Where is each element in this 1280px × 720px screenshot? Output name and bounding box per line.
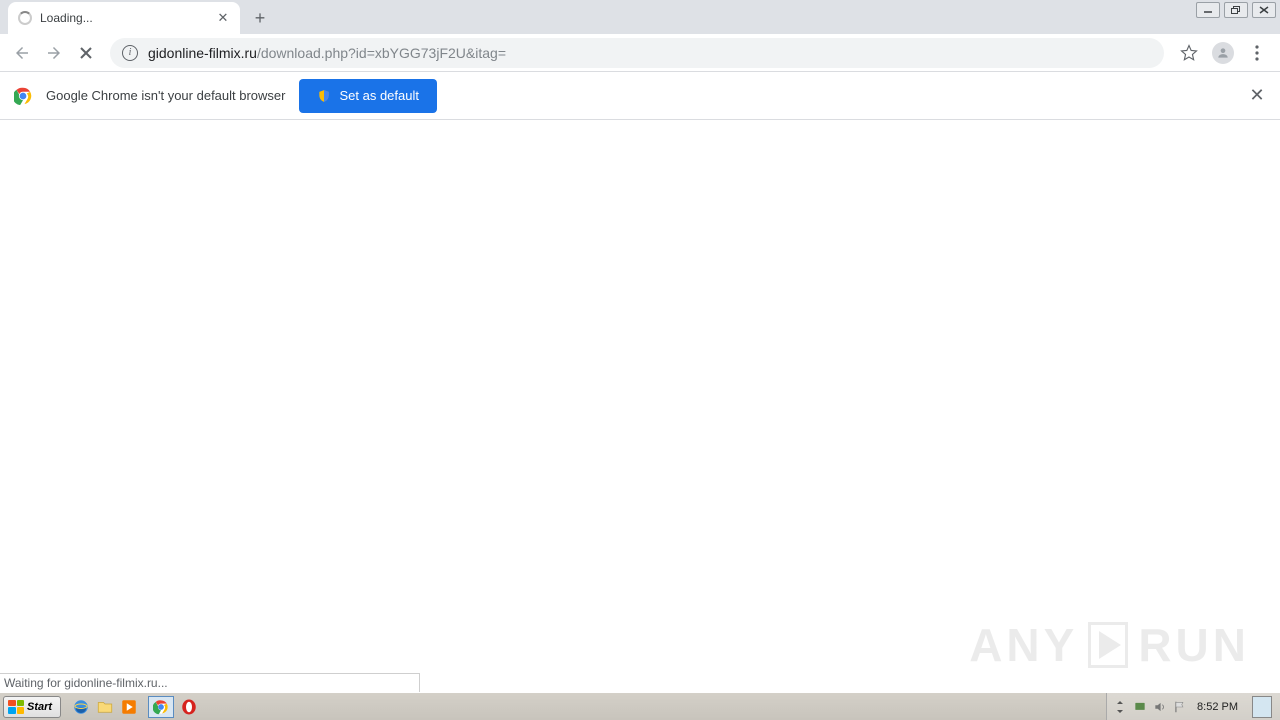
taskbar-clock[interactable]: 8:52 PM	[1193, 701, 1242, 713]
bookmark-star-icon[interactable]	[1174, 38, 1204, 68]
tray-expand-icon[interactable]	[1113, 700, 1127, 714]
minimize-button[interactable]	[1196, 2, 1220, 18]
chrome-logo-icon	[14, 87, 32, 105]
shield-icon	[317, 89, 331, 103]
close-window-button[interactable]	[1252, 2, 1276, 18]
default-browser-infobar: Google Chrome isn't your default browser…	[0, 72, 1280, 120]
set-default-button[interactable]: Set as default	[299, 79, 437, 113]
infobar-message: Google Chrome isn't your default browser	[46, 88, 285, 103]
site-info-icon[interactable]: i	[122, 45, 138, 61]
profile-button[interactable]	[1208, 38, 1238, 68]
explorer-icon[interactable]	[96, 698, 114, 716]
status-bar: Waiting for gidonline-filmix.ru...	[0, 673, 420, 692]
browser-tab[interactable]: Loading... ✕	[8, 2, 240, 34]
volume-tray-icon[interactable]	[1153, 700, 1167, 714]
window-controls	[1196, 2, 1276, 18]
browser-toolbar: i gidonline-filmix.ru/download.php?id=xb…	[0, 34, 1280, 72]
security-tray-icon[interactable]	[1133, 700, 1147, 714]
windows-taskbar: Start 8:52 PM	[0, 692, 1280, 720]
close-tab-icon[interactable]: ✕	[216, 11, 230, 25]
stop-reload-button[interactable]	[72, 39, 100, 67]
loading-spinner-icon	[18, 11, 32, 25]
url-domain: gidonline-filmix.ru	[148, 45, 257, 61]
maximize-button[interactable]	[1224, 2, 1248, 18]
start-button[interactable]: Start	[3, 696, 61, 718]
start-label: Start	[27, 701, 52, 713]
new-tab-button[interactable]: +	[246, 4, 274, 32]
profile-avatar-icon	[1212, 42, 1234, 64]
url-path: /download.php?id=xbYGG73jF2U&itag=	[257, 45, 506, 61]
kebab-menu-icon[interactable]	[1242, 38, 1272, 68]
opera-icon[interactable]	[180, 698, 198, 716]
address-bar[interactable]: i gidonline-filmix.ru/download.php?id=xb…	[110, 38, 1164, 68]
ie-icon[interactable]	[72, 698, 90, 716]
tab-title: Loading...	[40, 11, 216, 25]
system-tray: 8:52 PM	[1106, 693, 1280, 720]
page-content	[0, 120, 1280, 692]
show-desktop-button[interactable]	[1252, 696, 1272, 718]
media-player-icon[interactable]	[120, 698, 138, 716]
forward-button	[40, 39, 68, 67]
tab-strip: Loading... ✕ +	[0, 0, 1280, 34]
quick-launch	[72, 696, 198, 718]
chrome-taskbar-button[interactable]	[148, 696, 174, 718]
back-button	[8, 39, 36, 67]
windows-logo-icon	[8, 700, 24, 714]
flag-tray-icon[interactable]	[1173, 700, 1187, 714]
status-text: Waiting for gidonline-filmix.ru...	[4, 676, 168, 690]
set-default-label: Set as default	[339, 88, 419, 103]
infobar-close-icon[interactable]: ✕	[1248, 85, 1266, 106]
